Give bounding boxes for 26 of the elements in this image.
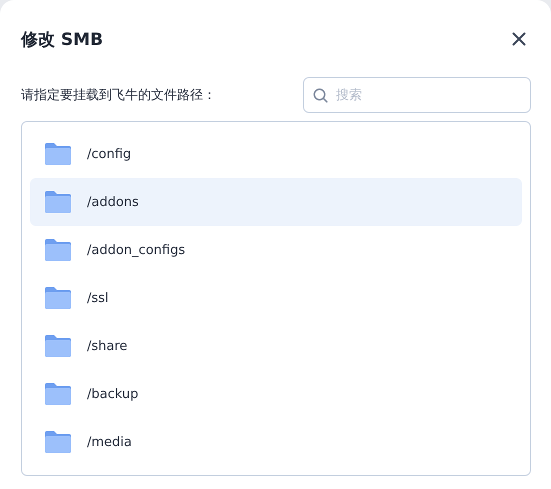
folder-name: /share xyxy=(87,338,128,354)
folder-icon xyxy=(45,431,71,453)
folder-name: /config xyxy=(87,146,132,162)
search-field[interactable]: 搜索 xyxy=(303,77,531,113)
folder-name: /media xyxy=(87,434,132,450)
folder-row[interactable]: /ssl xyxy=(30,274,522,322)
folder-row[interactable]: /config xyxy=(30,130,522,178)
dialog-title: 修改 SMB xyxy=(21,28,104,50)
folder-icon xyxy=(45,383,71,405)
folder-row[interactable]: /addons xyxy=(30,178,522,226)
prompt-text: 请指定要挂载到飞牛的文件路径： xyxy=(21,87,216,104)
folder-row[interactable]: /backup xyxy=(30,370,522,418)
folder-icon xyxy=(45,287,71,309)
folder-row[interactable]: /media xyxy=(30,418,522,466)
folder-icon xyxy=(45,335,71,357)
close-icon[interactable] xyxy=(512,32,526,46)
folder-name: /addons xyxy=(87,194,139,210)
folder-icon xyxy=(45,191,71,213)
folder-row[interactable]: /addon_configs xyxy=(30,226,522,274)
folder-icon xyxy=(45,239,71,261)
folder-name: /addon_configs xyxy=(87,242,186,258)
folder-icon xyxy=(45,143,71,165)
folder-name: /ssl xyxy=(87,290,109,306)
folder-name: /backup xyxy=(87,386,138,402)
folder-row[interactable]: /share xyxy=(30,322,522,370)
search-icon xyxy=(313,88,328,103)
